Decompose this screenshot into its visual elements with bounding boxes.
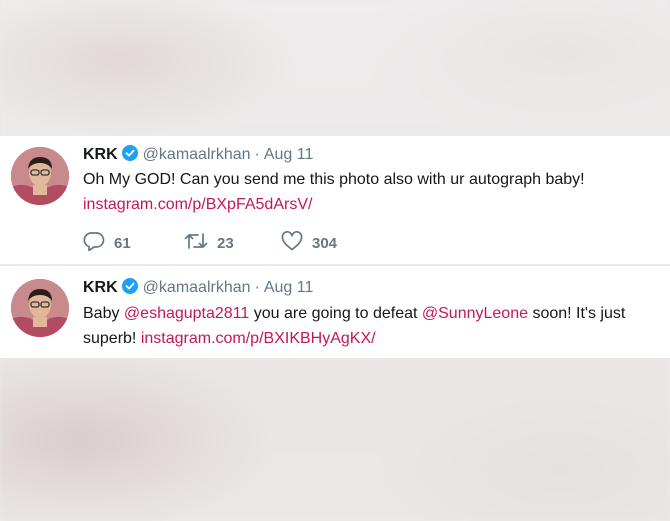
reply-icon: [83, 231, 114, 255]
text-segment: Baby: [83, 305, 124, 322]
tweet-link[interactable]: instagram.com/p/BXpFA5dArsV/: [83, 196, 312, 213]
retweet-button[interactable]: 23: [184, 231, 234, 255]
handle[interactable]: @kamaalrkhan: [143, 279, 251, 296]
tweet-text: Baby @eshagupta2811 you are going to def…: [83, 301, 664, 351]
heart-icon: [281, 230, 312, 255]
display-name[interactable]: KRK: [83, 146, 118, 163]
separator: ·: [254, 279, 260, 296]
tweet-text: Oh My GOD! Can you send me this photo al…: [83, 167, 664, 217]
avatar[interactable]: [11, 147, 69, 205]
handle[interactable]: @kamaalrkhan: [143, 146, 251, 163]
mention-link[interactable]: @eshagupta2811: [124, 305, 249, 322]
separator: ·: [254, 146, 260, 163]
display-name[interactable]: KRK: [83, 279, 118, 296]
verified-badge-icon: [121, 278, 138, 299]
verified-badge-icon: [121, 145, 138, 166]
tweet-header: KRK @kamaalrkhan · Aug 11: [83, 278, 313, 298]
tweet-card-2[interactable]: KRK @kamaalrkhan · Aug 11 Baby @eshagupta28…: [0, 266, 670, 358]
retweet-icon: [184, 231, 217, 255]
mention-link[interactable]: @SunnyLeone: [422, 305, 528, 322]
text-segment: Oh My GOD! Can you send me this photo al…: [83, 171, 585, 188]
avatar[interactable]: [11, 279, 69, 337]
text-segment: you are going to defeat: [249, 305, 422, 322]
timestamp[interactable]: Aug 11: [264, 279, 314, 296]
retweet-count: 23: [217, 234, 234, 252]
tweet-header: KRK @kamaalrkhan · Aug 11: [83, 145, 313, 165]
like-count: 304: [312, 234, 338, 252]
timestamp[interactable]: Aug 11: [264, 146, 314, 163]
tweet-link[interactable]: instagram.com/p/BXIKBHyAgKX/: [141, 330, 376, 347]
tweet-card-1[interactable]: KRK @kamaalrkhan · Aug 11 Oh My GOD! Can yo…: [0, 136, 670, 264]
like-button[interactable]: 304: [281, 230, 338, 255]
reply-button[interactable]: 61: [83, 231, 131, 255]
reply-count: 61: [114, 234, 131, 252]
